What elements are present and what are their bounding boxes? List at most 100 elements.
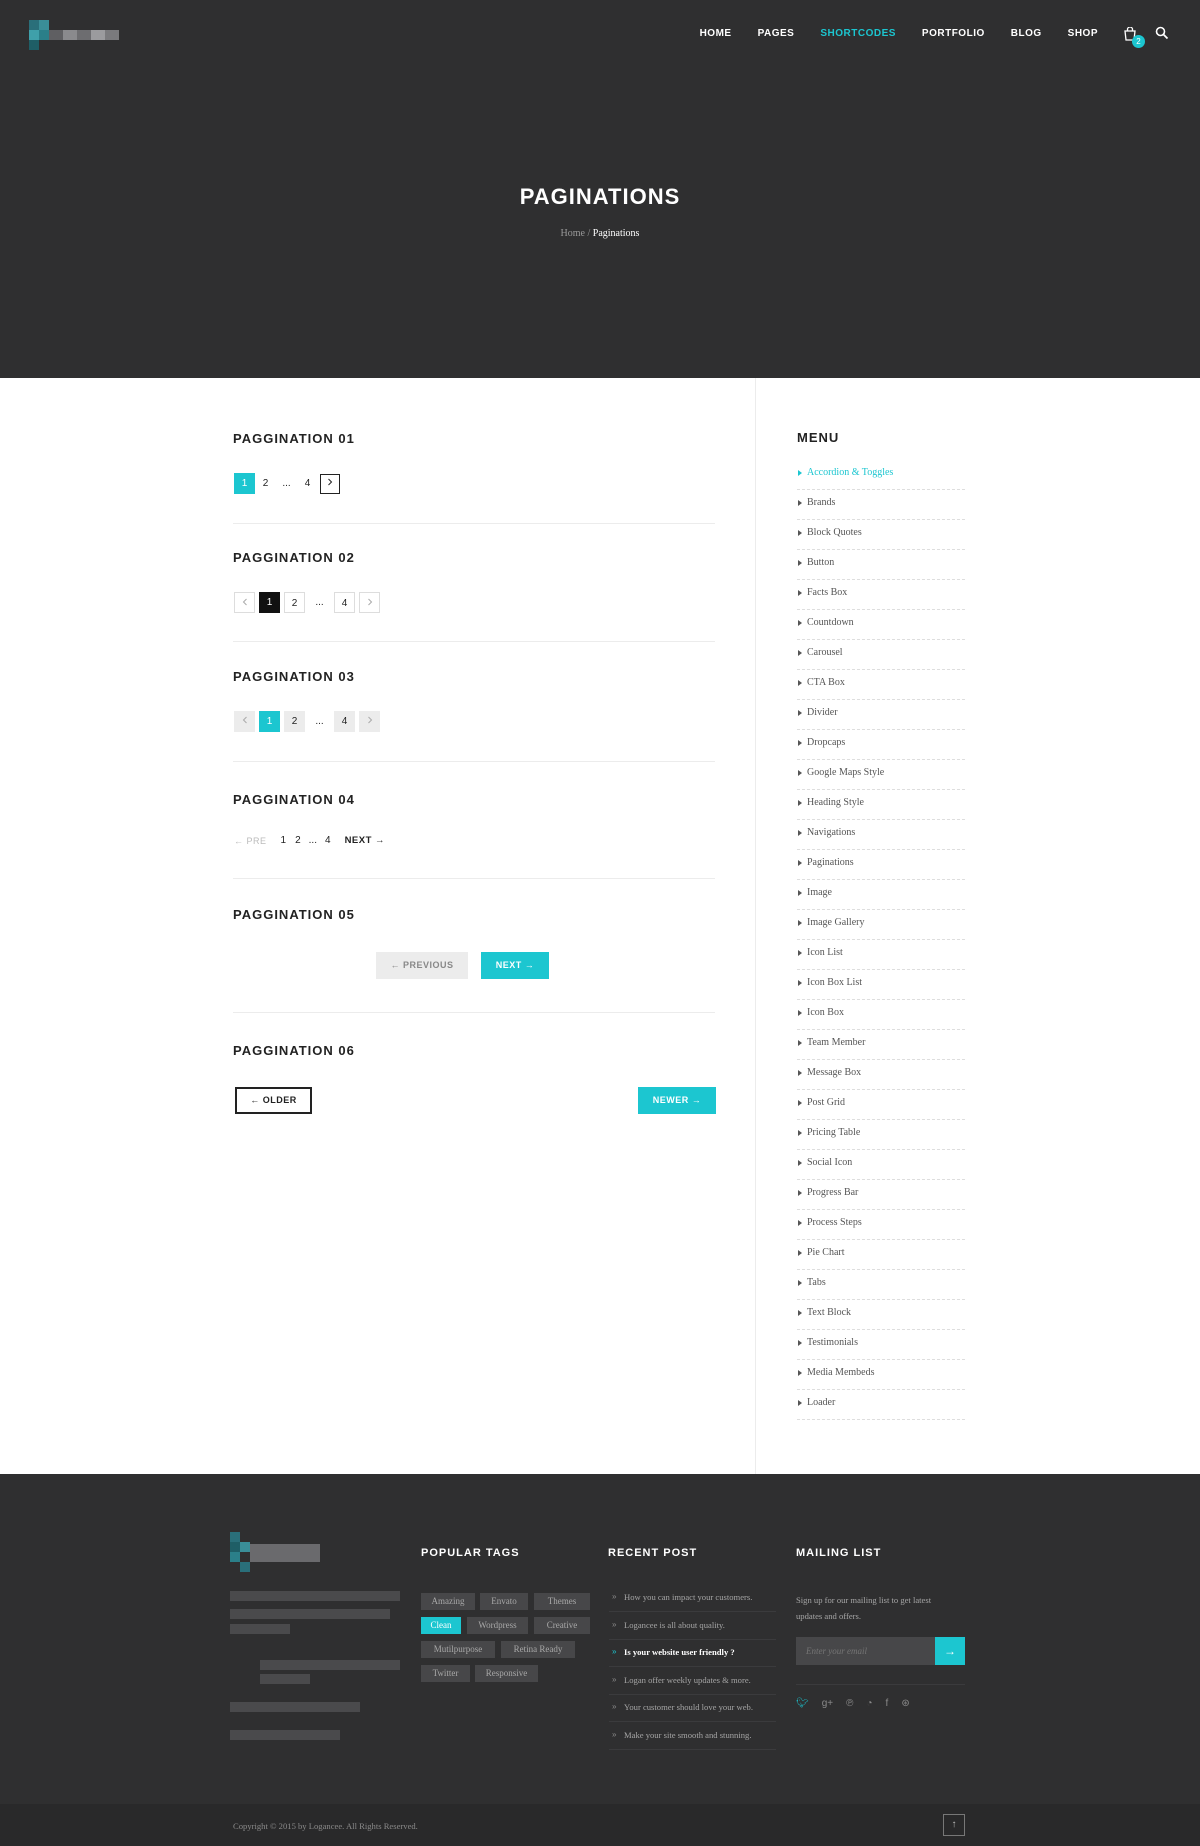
site-logo[interactable] (29, 20, 121, 50)
sidebar-menu-item[interactable]: Pricing Table (797, 1120, 965, 1150)
newer-button[interactable]: NEWER → (638, 1087, 716, 1114)
prev-arrow-icon[interactable] (234, 592, 255, 613)
sidebar-menu-item[interactable]: Google Maps Style (797, 760, 965, 790)
page-link-active[interactable]: 1 (234, 473, 255, 494)
page-link[interactable]: 4 (297, 473, 318, 494)
sidebar-menu-item[interactable]: Brands (797, 490, 965, 520)
arrow-left-icon: ← (250, 1095, 260, 1105)
page-link[interactable]: 1 (281, 835, 287, 846)
sidebar-menu-item[interactable]: Image Gallery (797, 910, 965, 940)
tag-creative[interactable]: Creative (534, 1617, 590, 1634)
sidebar-menu-item[interactable]: Accordion & Toggles (797, 460, 965, 490)
google-plus-icon[interactable]: g+ (822, 1698, 833, 1709)
sidebar-menu-item[interactable]: Process Steps (797, 1210, 965, 1240)
next-arrow-icon[interactable] (359, 592, 380, 613)
nav-shop[interactable]: SHOP (1068, 28, 1098, 39)
sidebar-menu-item[interactable]: Post Grid (797, 1090, 965, 1120)
sidebar-menu-item[interactable]: Progress Bar (797, 1180, 965, 1210)
sidebar-menu-item[interactable]: Block Quotes (797, 520, 965, 550)
page-link[interactable]: 4 (325, 835, 331, 846)
twitter-icon[interactable]: 🐦︎ (796, 1698, 809, 1709)
rss-icon[interactable]: ◔ (866, 1698, 872, 1709)
sidebar-menu-item[interactable]: Facts Box (797, 580, 965, 610)
sidebar-menu-item[interactable]: Button (797, 550, 965, 580)
pinterest-icon[interactable]: ℗ (846, 1698, 853, 1709)
dribbble-icon[interactable]: ⊛ (901, 1698, 909, 1709)
older-label: OLDER (262, 1095, 297, 1105)
nav-home[interactable]: HOME (700, 28, 732, 39)
cart-icon[interactable]: 2 (1123, 26, 1145, 48)
prev-arrow-icon[interactable] (234, 711, 255, 732)
tag-clean[interactable]: Clean (421, 1617, 461, 1634)
back-to-top-button[interactable]: ↑ (943, 1814, 965, 1836)
sidebar-menu-label: Icon Box List (807, 977, 862, 988)
page-link[interactable]: 2 (255, 473, 276, 494)
tag-themes[interactable]: Themes (534, 1593, 590, 1610)
tag-retina-ready[interactable]: Retina Ready (501, 1641, 575, 1658)
caret-right-icon (798, 710, 802, 716)
recent-post-item[interactable]: » Logancee is all about quality. (609, 1613, 776, 1640)
breadcrumb-home[interactable]: Home (561, 228, 585, 239)
next-arrow-icon[interactable] (359, 711, 380, 732)
sidebar-menu-item[interactable]: Tabs (797, 1270, 965, 1300)
sidebar-menu-item[interactable]: Divider (797, 700, 965, 730)
nav-blog[interactable]: BLOG (1011, 28, 1042, 39)
arrow-right-icon: → (944, 1644, 956, 1658)
sidebar-menu-item[interactable]: CTA Box (797, 670, 965, 700)
next-arrow-icon[interactable] (320, 473, 340, 494)
sidebar-menu-item[interactable]: Heading Style (797, 790, 965, 820)
sidebar-menu-item[interactable]: Team Member (797, 1030, 965, 1060)
sidebar-menu-item[interactable]: Icon Box List (797, 970, 965, 1000)
older-button[interactable]: ← OLDER (235, 1087, 312, 1114)
recent-post-item[interactable]: » Make your site smooth and stunning. (609, 1723, 776, 1750)
prev-link[interactable]: ← PRE (234, 836, 267, 846)
caret-right-icon (798, 590, 802, 596)
previous-button[interactable]: ← PREVIOUS (376, 952, 468, 979)
sidebar-menu-item[interactable]: Media Membeds (797, 1360, 965, 1390)
sidebar-menu-item[interactable]: Pie Chart (797, 1240, 965, 1270)
sidebar-menu-item[interactable]: Countdown (797, 610, 965, 640)
nav-portfolio[interactable]: PORTFOLIO (922, 28, 985, 39)
sidebar-menu-item[interactable]: Text Block (797, 1300, 965, 1330)
recent-post-item[interactable]: » How you can impact your customers. (609, 1585, 776, 1612)
recent-post-item[interactable]: » Logan offer weekly updates & more. (609, 1668, 776, 1695)
section-divider (233, 1012, 715, 1013)
sidebar-menu-item[interactable]: Testimonials (797, 1330, 965, 1360)
page-link[interactable]: 2 (284, 592, 305, 613)
nav-shortcodes[interactable]: SHORTCODES (820, 28, 896, 39)
footer-logo[interactable] (230, 1532, 322, 1572)
tag-wordpress[interactable]: Wordpress (467, 1617, 528, 1634)
sidebar-menu-item[interactable]: Carousel (797, 640, 965, 670)
facebook-icon[interactable]: f (886, 1698, 889, 1709)
sidebar-menu-label: Dropcaps (807, 737, 846, 748)
next-link[interactable]: NEXT → (345, 835, 385, 846)
recent-post-item[interactable]: » Your customer should love your web. (609, 1695, 776, 1722)
tag-amazing[interactable]: Amazing (421, 1593, 475, 1610)
page-link[interactable]: 4 (334, 711, 355, 732)
next-button[interactable]: NEXT → (481, 952, 549, 979)
sidebar-menu-item[interactable]: Message Box (797, 1060, 965, 1090)
sidebar-menu-item[interactable]: Paginations (797, 850, 965, 880)
page-link[interactable]: 2 (295, 835, 301, 846)
email-input[interactable] (796, 1637, 935, 1665)
tag-twitter[interactable]: Twitter (421, 1665, 470, 1682)
page-link-active[interactable]: 1 (259, 711, 280, 732)
nav-pages[interactable]: PAGES (758, 28, 795, 39)
sidebar-menu-item[interactable]: Social Icon (797, 1150, 965, 1180)
sidebar-menu-item[interactable]: Image (797, 880, 965, 910)
tag-mutilpurpose[interactable]: Mutilpurpose (421, 1641, 495, 1658)
page-link-active[interactable]: 1 (259, 592, 280, 613)
search-icon[interactable] (1155, 26, 1171, 42)
recent-post-item[interactable]: » Is your website user friendly ? (609, 1640, 776, 1667)
footer: POPULAR TAGS Amazing Envato Themes Clean… (0, 1474, 1200, 1846)
sidebar-menu-item[interactable]: Icon List (797, 940, 965, 970)
sidebar-menu-item[interactable]: Icon Box (797, 1000, 965, 1030)
subscribe-button[interactable]: → (935, 1637, 965, 1665)
sidebar-menu-item[interactable]: Loader (797, 1390, 965, 1420)
page-link[interactable]: 2 (284, 711, 305, 732)
page-link[interactable]: 4 (334, 592, 355, 613)
sidebar-menu-item[interactable]: Dropcaps (797, 730, 965, 760)
tag-responsive[interactable]: Responsive (475, 1665, 538, 1682)
sidebar-menu-item[interactable]: Navigations (797, 820, 965, 850)
tag-envato[interactable]: Envato (480, 1593, 528, 1610)
